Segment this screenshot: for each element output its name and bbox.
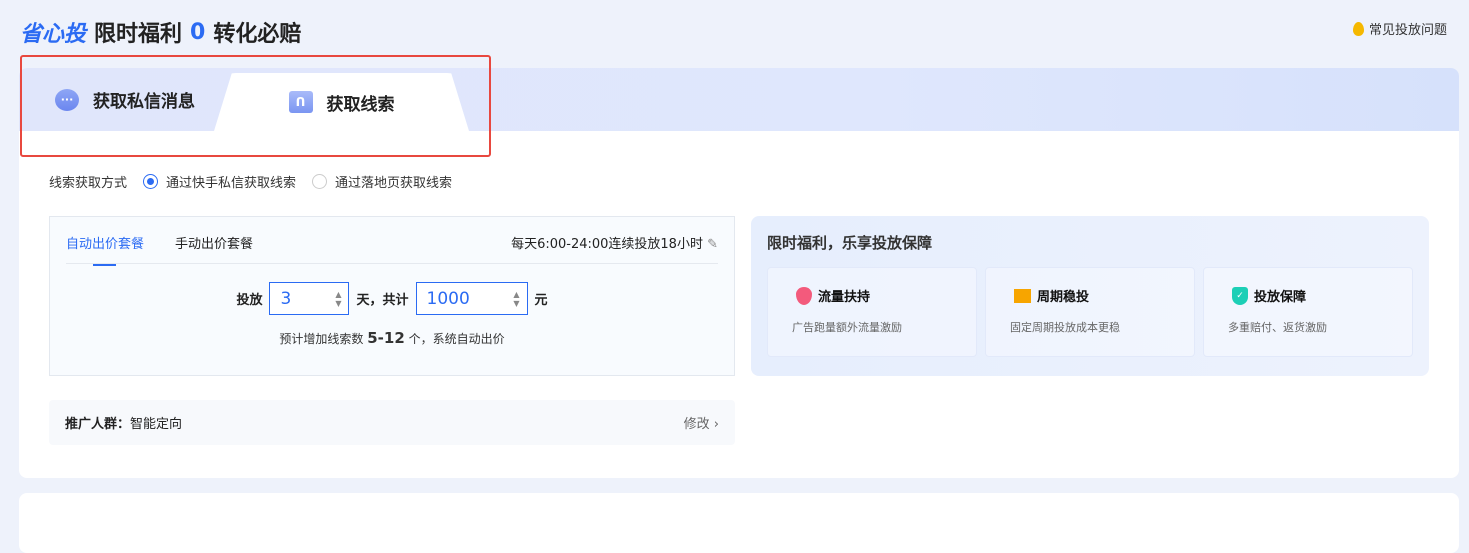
currency-unit: 元 <box>534 293 548 308</box>
edit-pencil-icon[interactable]: ✎ <box>707 237 718 252</box>
benefit-card: 流量扶持广告跑量额外流量激励 <box>767 267 977 357</box>
title-b: 转化必赔 <box>213 22 302 47</box>
estimate-range: 5-12 <box>367 329 405 347</box>
radio-selected[interactable] <box>143 174 159 189</box>
benefit-card: 周期稳投固定周期投放成本更稳 <box>985 267 1195 357</box>
title-a: 限时福利 <box>94 22 183 47</box>
days-prefix: 投放 <box>236 293 263 308</box>
title-number: 0 <box>190 19 206 45</box>
chart-icon <box>1014 288 1031 303</box>
logo: 省心投 <box>20 22 87 47</box>
estimate-suffix: 个，系统自动出价 <box>408 332 505 346</box>
page-header: 省心投 限时福利 0 转化必赔 <box>20 16 301 48</box>
chevron-right-icon: › <box>713 417 719 432</box>
benefits-title: 限时福利，乐享投放保障 <box>767 234 933 252</box>
benefits-panel: 限时福利，乐享投放保障 流量扶持广告跑量额外流量激励 周期稳投固定周期投放成本更… <box>751 216 1429 376</box>
estimate-prefix: 预计增加线索数 <box>279 332 364 346</box>
lead-method: 线索获取方式 通过快手私信获取线索 通过落地页获取线索 <box>49 172 452 191</box>
days-suffix: 天，共计 <box>356 293 409 308</box>
benefit-title: 投放保障 <box>1254 290 1307 305</box>
benefit-desc: 多重赔付、返货激励 <box>1228 321 1327 334</box>
radio-unselected[interactable] <box>312 174 328 189</box>
budget-input[interactable]: 1000 ▲ ▼ <box>415 282 528 315</box>
faq-link[interactable]: 常见投放问题 <box>1352 19 1447 38</box>
tab-auto-bid[interactable]: 自动出价套餐 <box>66 233 144 266</box>
radio-label: 通过落地页获取线索 <box>335 176 453 191</box>
shield-check-icon: ✓ <box>1232 286 1248 305</box>
bid-package-panel: 自动出价套餐 手动出价套餐 每天6:00-24:00连续投放18小时 ✎ 投放 … <box>49 216 735 376</box>
schedule[interactable]: 每天6:00-24:00连续投放18小时 ✎ <box>511 233 718 252</box>
benefit-desc: 固定周期投放成本更稳 <box>1010 321 1120 334</box>
benefit-title: 周期稳投 <box>1037 290 1090 305</box>
highlight-box <box>20 55 491 157</box>
audience-row: 推广人群：智能定向 修改 › <box>49 400 735 445</box>
stepper-arrows-icon[interactable]: ▲ ▼ <box>335 290 341 308</box>
stepper-arrows-icon[interactable]: ▲ ▼ <box>513 290 519 308</box>
audience-value: 智能定向 <box>130 417 183 432</box>
lead-method-label: 线索获取方式 <box>49 176 128 191</box>
benefit-desc: 广告跑量额外流量激励 <box>792 321 902 334</box>
radio-kuaishou-message[interactable]: 通过快手私信获取线索 <box>143 172 296 191</box>
benefit-title: 流量扶持 <box>818 290 871 305</box>
audience-label: 推广人群： <box>65 417 131 432</box>
secondary-card <box>19 493 1459 553</box>
days-value: 3 <box>280 288 292 309</box>
schedule-text: 每天6:00-24:00连续投放18小时 <box>511 237 703 252</box>
days-input[interactable]: 3 ▲ ▼ <box>269 282 350 315</box>
estimate: 预计增加线索数 5-12 个，系统自动出价 <box>50 329 734 347</box>
benefit-card: ✓ 投放保障多重赔付、返货激励 <box>1203 267 1413 357</box>
radio-landing-page[interactable]: 通过落地页获取线索 <box>312 172 452 191</box>
faq-label: 常见投放问题 <box>1368 23 1447 38</box>
lightbulb-icon <box>1352 21 1364 36</box>
flame-icon <box>796 286 812 305</box>
edit-label: 修改 <box>683 417 710 432</box>
radio-label: 通过快手私信获取线索 <box>166 176 297 191</box>
divider <box>66 263 718 264</box>
audience-edit-link[interactable]: 修改 › <box>684 413 719 432</box>
tab-manual-bid[interactable]: 手动出价套餐 <box>175 233 253 252</box>
budget-value: 1000 <box>426 288 470 309</box>
